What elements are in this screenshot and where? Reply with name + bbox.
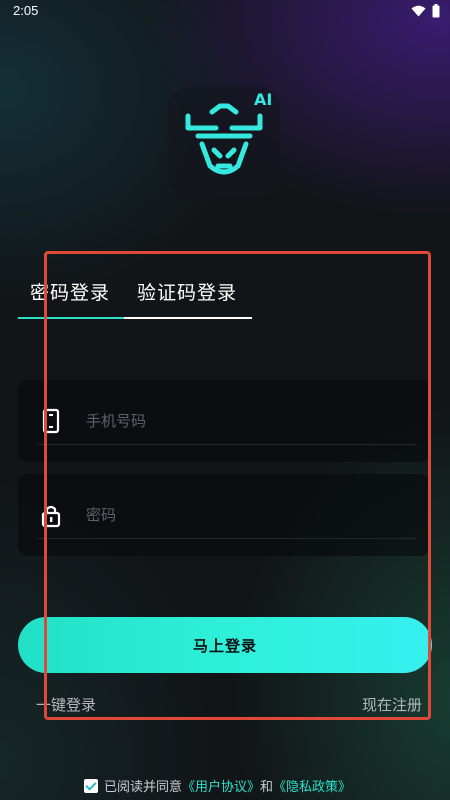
wifi-icon [411, 5, 426, 17]
phone-icon [42, 408, 60, 434]
phone-input-divider [38, 444, 416, 445]
tab-password-login[interactable]: 密码登录 [30, 278, 110, 305]
agreement-conjunction: 和 [260, 780, 274, 795]
password-input-card [18, 474, 430, 556]
password-input-divider [38, 538, 416, 539]
one-key-login-link[interactable]: 一键登录 [36, 694, 96, 715]
status-icons [411, 4, 440, 18]
agreement-row: 已阅读并同意 《用户协议》 和 《隐私政策》 [84, 776, 351, 795]
tab-active-indicator [18, 317, 124, 319]
privacy-policy-link[interactable]: 《隐私政策》 [273, 776, 351, 795]
agreement-checkbox[interactable] [84, 778, 98, 793]
app-logo: AI [168, 86, 280, 198]
phone-input-card [18, 380, 430, 462]
lock-icon [41, 505, 61, 528]
phone-input[interactable] [86, 404, 416, 438]
password-input[interactable] [86, 498, 416, 532]
tab-code-login[interactable]: 验证码登录 [137, 278, 237, 305]
status-time: 2:05 [13, 3, 39, 18]
battery-icon [432, 4, 440, 18]
logo-ai-badge: AI [254, 90, 273, 109]
agreement-prefix: 已阅读并同意 [104, 780, 183, 795]
user-agreement-link[interactable]: 《用户协议》 [182, 776, 260, 795]
register-link[interactable]: 现在注册 [362, 694, 422, 715]
status-bar: 2:05 [0, 0, 450, 24]
login-button[interactable]: 马上登录 [18, 617, 432, 673]
